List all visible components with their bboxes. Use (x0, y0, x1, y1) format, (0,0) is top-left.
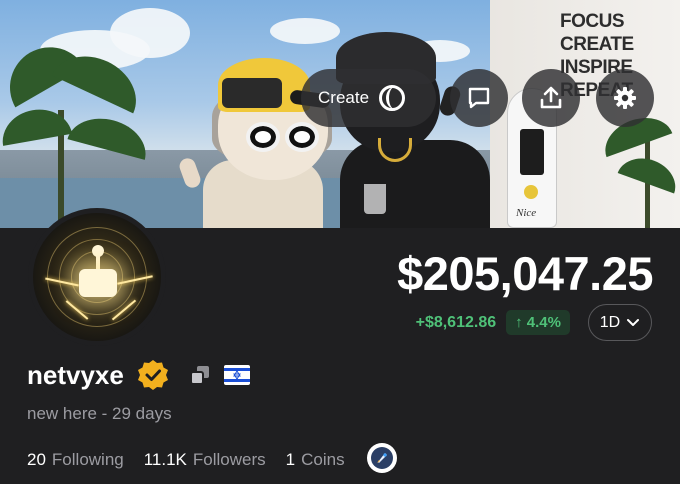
change-amount: +$8,612.86 (415, 313, 497, 331)
verified-badge-icon (137, 360, 168, 390)
drink-cup (364, 184, 386, 214)
gear-icon (614, 87, 636, 109)
arrow-up-icon: ↑ (515, 314, 527, 331)
wall-word: CREATE (560, 34, 634, 55)
avatar[interactable] (28, 208, 166, 346)
robot-antenna-tip (92, 245, 104, 257)
israel-flag-icon (223, 365, 250, 385)
create-button[interactable]: Create (301, 69, 436, 127)
robot-icon (79, 269, 117, 297)
star-of-david-icon (232, 370, 241, 380)
username: netvyxe (27, 359, 124, 390)
balance-change: +$8,612.86 ↑ 4.4% (416, 310, 570, 335)
glasses-lens (285, 122, 319, 152)
ring-icon (379, 85, 406, 111)
rocket-icon (370, 447, 393, 469)
portfolio-balance: $205,047.25 (397, 247, 653, 300)
profile-bio: new here - 29 days (27, 404, 172, 423)
comment-icon (468, 87, 490, 109)
wall-word: FOCUS (560, 11, 624, 32)
comment-button[interactable] (450, 69, 508, 127)
change-percent-badge: ↑ 4.4% (506, 310, 570, 335)
followers-label[interactable]: Followers (193, 450, 266, 470)
coin-icon[interactable] (366, 443, 397, 473)
cap-patch (222, 78, 282, 108)
time-range-value: 1D (599, 313, 621, 331)
smiley-sticker (524, 185, 538, 199)
profile-stats: 20 Following 11.1K Followers 1 Coins (27, 443, 397, 473)
profile-banner: FOCUS CREATE INSPIRE REPEAT Nice Create (0, 0, 680, 228)
create-label: Create (318, 88, 370, 107)
settings-button[interactable] (596, 69, 654, 127)
cloud (270, 18, 340, 44)
coins-label[interactable]: Coins (301, 450, 344, 470)
coins-count[interactable]: 1 (286, 450, 295, 470)
cloud (110, 8, 190, 58)
following-count[interactable]: 20 (27, 450, 46, 470)
copy-icon[interactable] (188, 363, 212, 387)
share-button[interactable] (522, 69, 580, 127)
change-percent: 4.4% (526, 314, 561, 331)
chevron-down-icon (627, 318, 640, 326)
profile-name-row: netvyxe (27, 358, 250, 392)
glasses-lens (246, 122, 280, 152)
sticker (520, 129, 544, 175)
surfboard-text: Nice (516, 207, 537, 219)
following-label[interactable]: Following (52, 450, 124, 470)
followers-count[interactable]: 11.1K (144, 450, 187, 470)
time-range-dropdown[interactable]: 1D (588, 304, 652, 341)
share-icon (540, 86, 562, 109)
character-body (340, 140, 490, 228)
